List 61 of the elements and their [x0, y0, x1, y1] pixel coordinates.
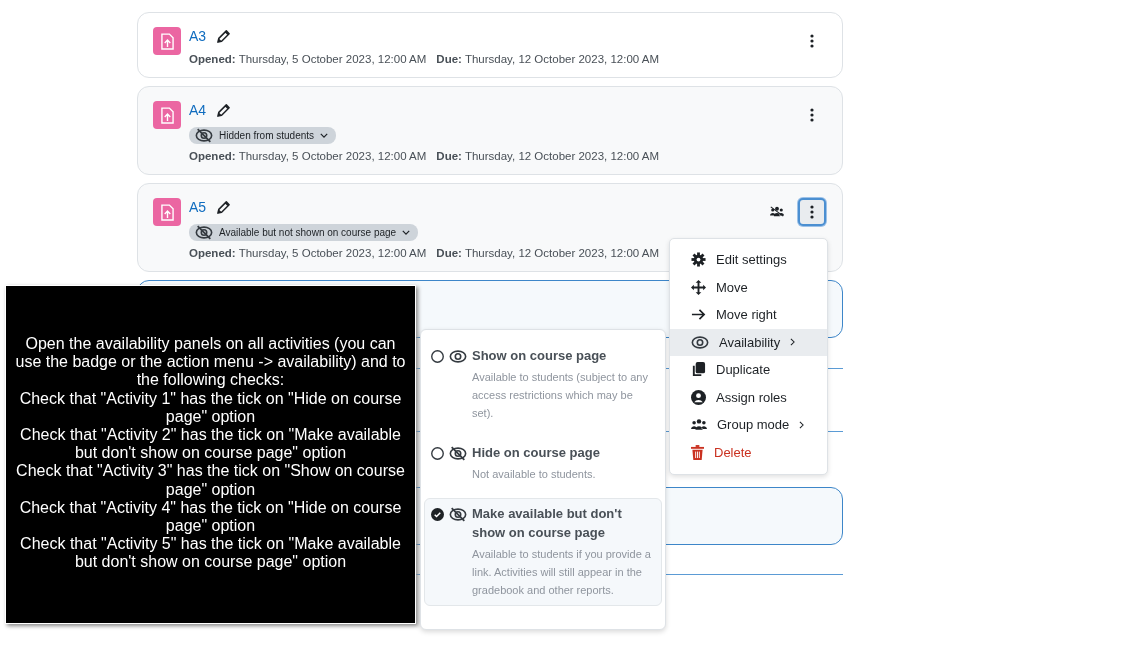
eye-icon: [691, 334, 709, 350]
option-description: Available to students if you provide a link. Activities will still appear in the gradebook and other reports.: [472, 547, 652, 598]
option-title: Make available but don't show on course page: [472, 505, 623, 542]
kebab-icon[interactable]: [810, 205, 814, 219]
eye-slash-icon: [195, 225, 213, 240]
kebab-icon[interactable]: [810, 34, 814, 48]
instruction-text: Check that "Activity 3" has the tick on "Show on course page" option: [15, 462, 406, 499]
activity-link[interactable]: A3: [189, 28, 207, 44]
caret-icon: [320, 133, 329, 138]
option-description: Available to students (subject to any access restrictions which may be set).: [472, 370, 649, 421]
kebab-icon[interactable]: [810, 108, 814, 122]
eye-slash-icon: [449, 507, 467, 522]
radio-icon[interactable]: [431, 447, 444, 460]
due-date: Due: Thursday, 12 October 2023, 12:00 AM: [436, 247, 660, 259]
availability-option[interactable]: Make available but don't show on course page Available to students if you provide a link. Activities will still appear in the gradebook and other reports.: [424, 498, 662, 606]
group-icon: [691, 418, 707, 432]
option-title: Show on course page: [472, 347, 608, 365]
pencil-icon[interactable]: [216, 28, 232, 44]
instruction-text: Open the availability panels on all activities (you can use the badge or the action menu -> availability) and to the following checks:: [14, 335, 407, 390]
menu-item[interactable]: Edit settings: [670, 246, 827, 274]
move-arrows-icon: [691, 279, 706, 295]
menu-item[interactable]: Duplicate: [670, 356, 827, 384]
menu-item[interactable]: Availability: [670, 328, 827, 356]
eye-slash-icon: [195, 128, 213, 143]
menu-item[interactable]: Assign roles: [670, 383, 827, 411]
pencil-icon[interactable]: [216, 102, 232, 118]
activity-link[interactable]: A4: [189, 102, 207, 118]
due-date: Due: Thursday, 12 October 2023, 12:00 AM: [436, 53, 660, 65]
due-date: Due: Thursday, 12 October 2023, 12:00 AM: [436, 150, 660, 162]
menu-item[interactable]: Delete: [670, 438, 827, 466]
visibility-badge[interactable]: Available but not shown on course page: [189, 224, 419, 241]
opened-date: Opened: Thursday, 5 October 2023, 12:00 AM: [189, 247, 427, 259]
eye-slash-icon: [449, 446, 467, 461]
menu-item[interactable]: Move: [670, 273, 827, 301]
availability-option[interactable]: Hide on course page Not available to students.: [424, 437, 662, 490]
option-title: Hide on course page: [472, 444, 601, 462]
instruction-text: Check that "Activity 4" has the tick on "Hide on course page" option: [18, 498, 403, 536]
visibility-badge[interactable]: Hidden from students: [189, 127, 337, 144]
eye-icon: [449, 349, 467, 364]
caret-icon: [402, 230, 411, 235]
activity-link[interactable]: A5: [189, 199, 207, 215]
user-circle-icon: [691, 389, 706, 405]
menu-item[interactable]: Group mode: [670, 411, 827, 439]
radio-icon[interactable]: [431, 350, 444, 363]
assignment-icon: [153, 101, 181, 129]
opened-date: Opened: Thursday, 5 October 2023, 12:00 AM: [189, 53, 427, 65]
menu-item[interactable]: Move right: [670, 301, 827, 329]
pencil-icon[interactable]: [216, 199, 232, 215]
gear-icon: [691, 252, 706, 268]
opened-date: Opened: Thursday, 5 October 2023, 12:00 AM: [189, 150, 427, 162]
availability-option[interactable]: Show on course page Available to students (subject to any access restrictions which may be set).: [424, 340, 662, 429]
option-description: Not available to students.: [472, 467, 597, 482]
assignment-icon: [153, 27, 181, 55]
instruction-text: Check that "Activity 2" has the tick on "Make available but don't show on course page" option: [19, 426, 402, 463]
assignment-icon: [153, 198, 181, 226]
copy-icon: [691, 362, 706, 378]
check-circle-icon[interactable]: [431, 508, 444, 521]
instruction-text: Check that "Activity 1" has the tick on "Hide on course page" option: [18, 389, 403, 426]
trash-icon: [691, 444, 704, 460]
group-icon[interactable]: [770, 206, 784, 217]
instruction-text: Check that "Activity 5" has the tick on "Make available but don't show on course page" option: [19, 535, 402, 572]
